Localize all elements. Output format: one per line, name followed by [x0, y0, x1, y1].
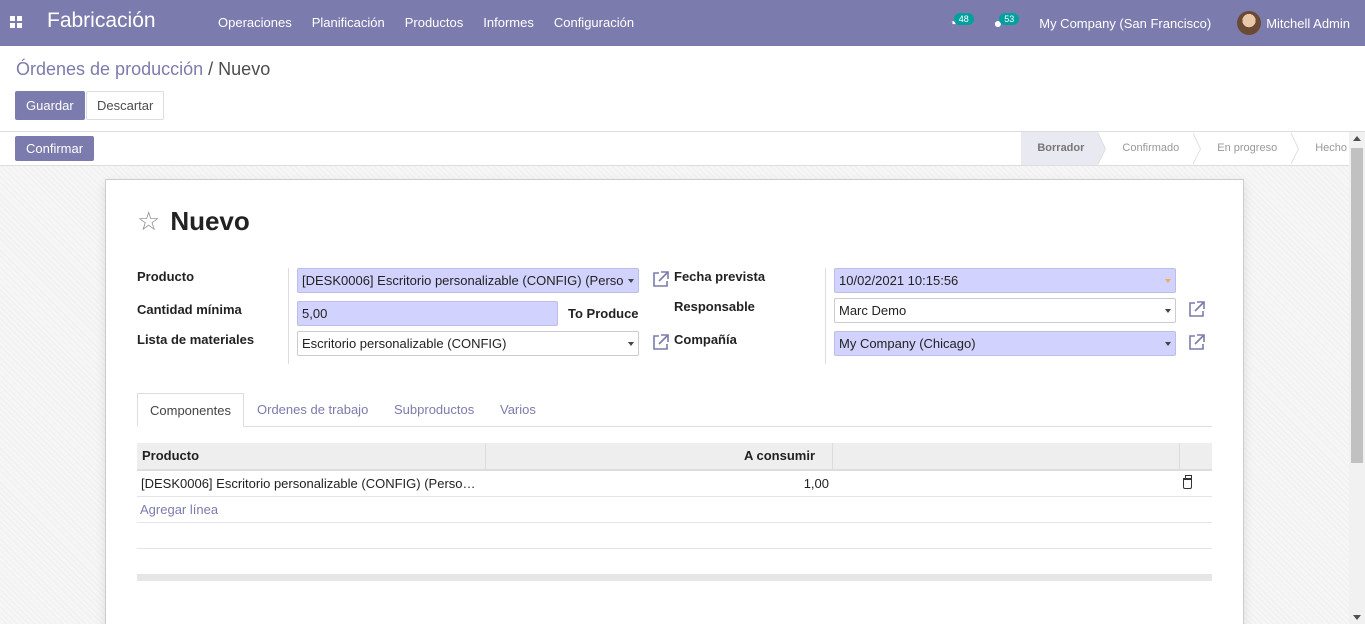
company-switcher[interactable]: My Company (San Francisco): [1039, 16, 1211, 31]
external-link-icon[interactable]: [1187, 333, 1206, 352]
messaging-button[interactable]: ● 53: [994, 13, 1020, 31]
app-name[interactable]: Fabricación: [47, 9, 156, 33]
stage-label: Confirmado: [1122, 142, 1180, 154]
breadcrumb-separator: /: [208, 59, 214, 79]
trash-icon[interactable]: [1183, 475, 1192, 489]
dropdown-caret-icon: [1165, 279, 1171, 283]
record-title: Nuevo: [170, 206, 250, 236]
stage-en-progreso[interactable]: En progreso: [1193, 132, 1300, 165]
breadcrumb: Órdenes de producción / Nuevo: [16, 59, 270, 80]
tab-componentes[interactable]: Componentes: [137, 393, 244, 427]
stage-confirmado[interactable]: Confirmado: [1098, 132, 1202, 165]
company-value: My Company (Chicago): [839, 336, 976, 351]
user-avatar[interactable]: [1237, 11, 1262, 35]
table-row-empty: [137, 523, 1212, 549]
bom-label: Lista de materiales: [137, 332, 255, 347]
discard-button[interactable]: Descartar: [86, 91, 165, 120]
bom-value: Escritorio personalizable (CONFIG): [302, 336, 507, 351]
external-link-icon[interactable]: [651, 270, 670, 289]
table-row[interactable]: [DESK0006] Escritorio personalizable (CO…: [137, 471, 1212, 497]
status-bar: Confirmar Borrador Confirmado En progres…: [0, 132, 1365, 166]
vertical-scrollbar[interactable]: [1349, 132, 1365, 624]
messages-badge: 53: [999, 13, 1020, 25]
systray: ◔ 48 ● 53 My Company (San Francisco) Mit…: [948, 0, 1365, 46]
stage-borrador[interactable]: Borrador: [1021, 132, 1107, 165]
activity-badge: 48: [953, 13, 974, 25]
qty-field[interactable]: 5,00: [297, 301, 558, 326]
add-line-link[interactable]: Agregar línea: [140, 497, 218, 523]
company-label: Compañía: [674, 332, 737, 347]
external-link-icon[interactable]: [1187, 300, 1206, 319]
top-navbar: Fabricación Operaciones Planificación Pr…: [0, 0, 1365, 46]
apps-menu-icon[interactable]: [10, 16, 22, 28]
confirm-button[interactable]: Confirmar: [15, 136, 95, 161]
table-row: Agregar línea: [137, 497, 1212, 523]
column-header-empty: [833, 443, 1180, 469]
dropdown-caret-icon: [628, 279, 634, 283]
user-menu[interactable]: Mitchell Admin: [1266, 16, 1350, 31]
scroll-down-icon[interactable]: [1353, 615, 1361, 620]
bom-field[interactable]: Escritorio personalizable (CONFIG): [297, 331, 639, 356]
breadcrumb-current: Nuevo: [218, 59, 271, 79]
external-link-icon[interactable]: [651, 333, 670, 352]
stage-hecho[interactable]: Hecho: [1291, 132, 1349, 165]
column-header-to-consume[interactable]: A consumir: [486, 443, 833, 469]
responsible-value: Marc Demo: [839, 303, 907, 318]
row-product[interactable]: [DESK0006] Escritorio personalizable (CO…: [141, 471, 476, 497]
company-field[interactable]: My Company (Chicago): [834, 331, 1176, 356]
scroll-thumb[interactable]: [1351, 148, 1363, 463]
star-icon[interactable]: ☆: [137, 206, 160, 237]
notebook-tabs: Componentes Ordenes de trabajo Subproduc…: [137, 393, 1212, 427]
tab-varios[interactable]: Varios: [488, 393, 548, 427]
qty-value: 5,00: [302, 306, 328, 321]
form-sheet: ☆ Nuevo Producto [DESK0006] Escritorio p…: [105, 179, 1244, 624]
main-menu: Operaciones Planificación Productos Info…: [218, 15, 634, 30]
date-value: 10/02/2021 10:15:56: [839, 273, 959, 288]
stage-label: Hecho: [1315, 142, 1347, 154]
table-header: Producto A consumir: [137, 443, 1212, 471]
table-footer: [137, 575, 1212, 581]
responsible-field[interactable]: Marc Demo: [834, 298, 1176, 323]
menu-item-planificacion[interactable]: Planificación: [312, 15, 385, 30]
stage-label: Borrador: [1037, 142, 1085, 154]
product-field[interactable]: [DESK0006] Escritorio personalizable (CO…: [297, 268, 639, 293]
qty-suffix: To Produce: [568, 306, 639, 321]
table-row-empty: [137, 549, 1212, 575]
column-header-product[interactable]: Producto: [137, 443, 486, 469]
dropdown-caret-icon: [1165, 309, 1171, 313]
stage-label: En progreso: [1217, 142, 1278, 154]
scroll-up-icon[interactable]: [1353, 136, 1361, 141]
responsible-label: Responsable: [674, 299, 755, 314]
title-row: ☆ Nuevo: [137, 206, 250, 237]
product-label: Producto: [137, 269, 195, 284]
date-field[interactable]: 10/02/2021 10:15:56: [834, 268, 1176, 293]
activity-button[interactable]: ◔ 48: [948, 13, 974, 31]
menu-item-configuracion[interactable]: Configuración: [554, 15, 634, 30]
breadcrumb-parent[interactable]: Órdenes de producción: [16, 59, 203, 79]
menu-item-informes[interactable]: Informes: [483, 15, 534, 30]
menu-item-productos[interactable]: Productos: [405, 15, 464, 30]
row-qty[interactable]: 1,00: [737, 471, 829, 497]
save-button[interactable]: Guardar: [15, 91, 85, 120]
dropdown-caret-icon: [1165, 342, 1171, 346]
group-divider: [288, 268, 289, 364]
dropdown-caret-icon: [628, 342, 634, 346]
product-value: [DESK0006] Escritorio personalizable (CO…: [302, 273, 624, 288]
qty-label: Cantidad mínima: [137, 302, 242, 317]
stage-pipeline: Borrador Confirmado En progreso Hecho: [1021, 132, 1349, 165]
tab-subproductos[interactable]: Subproductos: [382, 393, 486, 427]
tab-ordenes-de-trabajo[interactable]: Ordenes de trabajo: [245, 393, 380, 427]
group-divider: [825, 268, 826, 364]
date-label: Fecha prevista: [674, 269, 766, 284]
menu-item-operaciones[interactable]: Operaciones: [218, 15, 292, 30]
